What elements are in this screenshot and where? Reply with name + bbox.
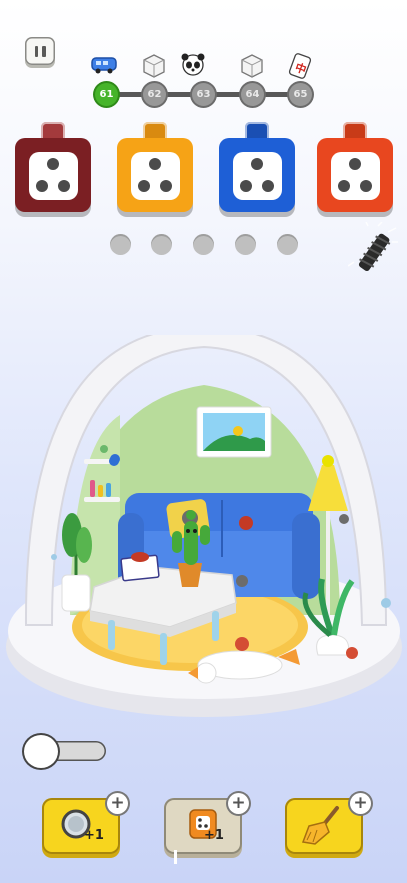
level-node: 62 [143,83,166,106]
level-node-current: 61 [95,83,118,106]
pause-button[interactable] [25,37,55,65]
bus-icon [91,57,117,74]
dice-pip [251,158,263,170]
dice-face-icon [233,152,282,200]
dice-pip [138,180,150,192]
collection-slot [277,234,298,255]
dice-pip [149,158,161,170]
room-diorama [6,335,402,717]
dice-face-icon [331,152,380,200]
add-magnifier-button[interactable]: + [107,793,128,814]
dice-box-dark-red[interactable] [15,138,91,212]
dice-face-icon [29,152,78,200]
collection-slot [235,234,256,255]
booster-count: +1 [84,828,104,843]
collection-slot [193,234,214,255]
collection-slot [151,234,172,255]
add-broom-button[interactable]: + [350,793,371,814]
dice-pip [262,180,274,192]
zoom-slider-handle[interactable] [24,735,58,768]
dice-pip [240,180,252,192]
dice-pip [338,180,350,192]
collection-slot [110,234,131,255]
pause-icon [34,45,38,57]
flying-screw-icon [348,222,398,272]
dice-pip [47,158,59,170]
level-icons-row: 中 [91,53,312,79]
dice-pip [349,158,361,170]
tap-cursor [174,850,177,864]
dice-box-blue[interactable] [219,138,295,212]
dice-box-orange-red[interactable] [317,138,393,212]
level-node: 64 [241,83,264,106]
level-node: 63 [192,83,215,106]
dice-pip [36,180,48,192]
level-node: 65 [289,83,312,106]
mahjong-tile-icon: 中 [288,53,312,79]
white-cube-icon [143,54,165,78]
dice-pip [160,180,172,192]
dice-pip [58,180,70,192]
booster-count: +1 [204,828,224,843]
dice-face-icon [131,152,180,200]
dice-box-yellow[interactable] [117,138,193,212]
white-cube-icon [241,54,263,78]
dice-pip [360,180,372,192]
panda-icon [181,53,205,76]
add-extra-box-button[interactable]: + [228,793,249,814]
